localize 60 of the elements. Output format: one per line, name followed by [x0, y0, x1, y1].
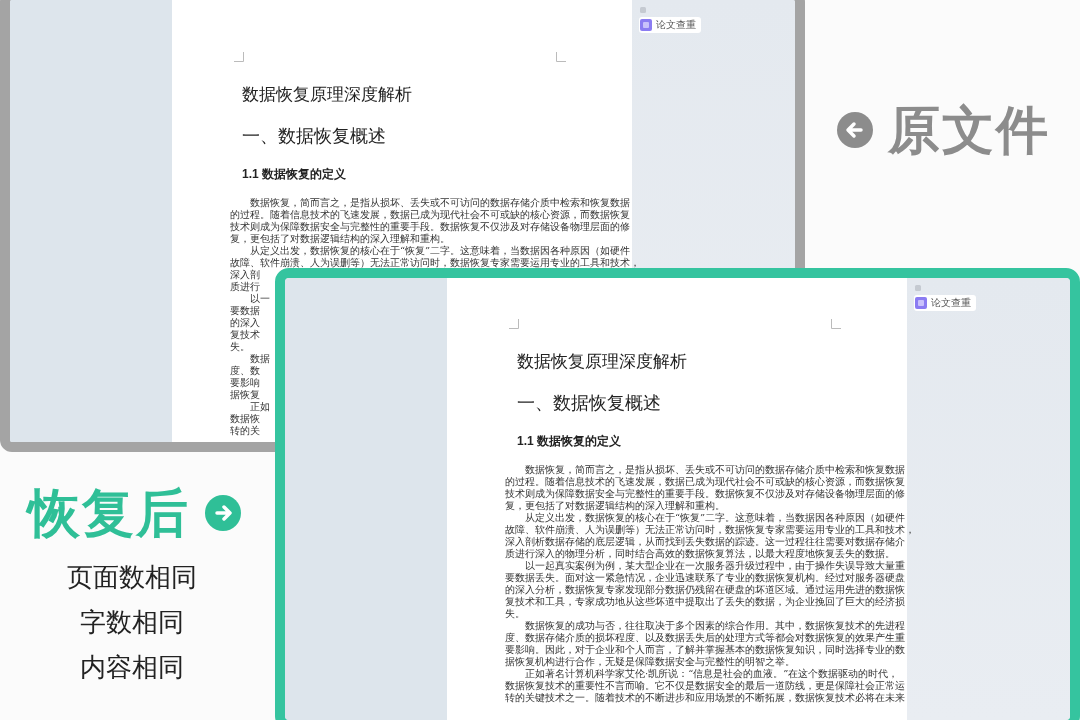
paragraph-line: 转的关: [230, 425, 260, 437]
paragraph-line: 要影响。因此，对于企业和个人而言，了解并掌握基本的数据恢复知识，同时选择专业的数: [505, 644, 905, 656]
paragraph-line: 正如: [249, 401, 270, 413]
paragraph-line: 据恢复: [230, 389, 260, 401]
paragraph-line: 要数据: [230, 305, 260, 317]
paragraph-line: 数据恢复，简而言之，是指从损坏、丢失或不可访问的数据存储介质中检索和恢复数据: [249, 197, 630, 209]
section-heading: 一、数据恢复概述: [517, 391, 662, 415]
paragraph-line: 数据: [249, 353, 270, 365]
paragraph-line: 正如著名计算机科学家艾伦·凯所说：“信息是社会的血液。”在这个数据驱动的时代，: [524, 668, 899, 680]
paragraph-line: 转的关键技术之一。随着技术的不断进步和应用场景的不断拓展，数据恢复技术必将在未来: [505, 692, 905, 704]
subsection-heading: 1.1 数据恢复的定义: [242, 166, 347, 182]
paragraph-line: 要影响: [230, 377, 260, 389]
paragraph-line: 复，更包括了对数据逻辑结构的深入理解和重构。: [505, 500, 725, 512]
paragraph-line: 深入剖: [230, 269, 260, 281]
subsection-heading: 1.1 数据恢复的定义: [517, 433, 622, 449]
paragraph-line: 的过程。随着信息技术的飞速发展，数据已成为现代社会不可或缺的核心资源，而数据恢复: [505, 476, 905, 488]
sidebar-button[interactable]: 论文查重: [914, 295, 976, 311]
paragraph-line: 从定义出发，数据恢复的核心在于“恢复”二字。这意味着，当数据因各种原因（如硬件: [249, 245, 631, 257]
paragraph-line: 复技术: [230, 329, 260, 341]
paragraph-line: 复技术和工具，专家成功地从这些坏道中提取出了丢失的数据，为企业挽回了巨大的经济损: [505, 596, 905, 608]
paragraph-line: 以一: [249, 293, 270, 305]
paragraph-line: 的深入: [230, 317, 260, 329]
paragraph-line: 质进行深入的物理分析，同时结合高效的数据恢复算法，以最大程度地恢复丢失的数据。: [505, 548, 895, 560]
document-title: 数据恢复原理深度解析: [242, 84, 413, 104]
paragraph-line: 失。: [505, 608, 525, 620]
paragraph-line: 从定义出发，数据恢复的核心在于“恢复”二字。这意味着，当数据因各种原因（如硬件: [524, 512, 906, 524]
paragraph-line: 故障、软件崩溃、人为误删等）无法正常访问时，数据恢复专家需要运用专业的工具和技术，: [505, 524, 915, 536]
paragraph-line: 以一起真实案例为例，某大型企业在一次服务器升级过程中，由于操作失误导致大量重: [524, 560, 905, 572]
paragraph-line: 度、数据存储介质的损坏程度、以及数据丢失后的处理方式等都会对数据恢复的效果产生重: [505, 632, 905, 644]
paragraph-line: 要数据丢失。面对这一紧急情况，企业迅速联系了专业的数据恢复机构。经过对服务器硬盘: [505, 572, 905, 584]
corner-mark-icon: [831, 319, 841, 329]
paragraph-line: 数据恢复的成功与否，往往取决于多个因素的综合作用。其中，数据恢复技术的先进程: [524, 620, 905, 632]
paragraph-line: 的过程。随着信息技术的飞速发展，数据已成为现代社会不可或缺的核心资源，而数据恢复: [230, 209, 630, 221]
document-icon: [640, 19, 652, 31]
square-icon: [639, 6, 647, 14]
paragraph-line: 的深入分析，数据恢复专家发现部分数据仍残留在硬盘的坏道区域。通过运用先进的数据恢: [505, 584, 905, 596]
corner-mark-icon: [234, 52, 244, 62]
paragraph-line: 数据恢复技术的重要性不言而喻。它不仅是数据安全的最后一道防线，更是保障社会正常运: [505, 680, 905, 692]
corner-mark-icon: [556, 52, 566, 62]
document-icon: [915, 297, 927, 309]
paragraph-line: 深入剖析数据存储的底层逻辑，从而找到丢失数据的踪迹。这一过程往往需要对数据存储介: [505, 536, 905, 548]
paragraph-line: 技术则成为保障数据安全与完整性的重要手段。数据恢复不仅涉及对存储设备物理层面的修: [230, 221, 630, 233]
paragraph-line: 质进行: [230, 281, 260, 293]
comparison-note: 字数相同: [80, 607, 184, 638]
corner-mark-icon: [509, 319, 519, 329]
paragraph-line: 度、数: [230, 365, 260, 377]
paragraph-line: 复，更包括了对数据逻辑结构的深入理解和重构。: [230, 233, 450, 245]
document-title: 数据恢复原理深度解析: [517, 351, 688, 371]
paragraph-line: 数据恢复，简而言之，是指从损坏、丢失或不可访问的数据存储介质中检索和恢复数据: [524, 464, 905, 476]
paragraph-line: 失。: [230, 341, 250, 353]
section-heading: 一、数据恢复概述: [242, 124, 387, 148]
paragraph-line: 数据恢: [230, 413, 260, 425]
comparison-note: 内容相同: [80, 652, 184, 683]
original-file-label: 原文件: [888, 100, 1050, 160]
paragraph-line: 故障、软件崩溃、人为误删等）无法正常访问时，数据恢复专家需要运用专业的工具和技术，: [230, 257, 640, 269]
square-icon: [914, 284, 922, 292]
paragraph-line: 技术则成为保障数据安全与完整性的重要手段。数据恢复不仅涉及对存储设备物理层面的修: [505, 488, 905, 500]
comparison-note: 页面数相同: [67, 562, 197, 593]
sidebar-button[interactable]: 论文查重: [639, 17, 701, 33]
paragraph-line: 据恢复机构进行合作，无疑是保障数据安全与完整性的明智之举。: [505, 656, 795, 668]
